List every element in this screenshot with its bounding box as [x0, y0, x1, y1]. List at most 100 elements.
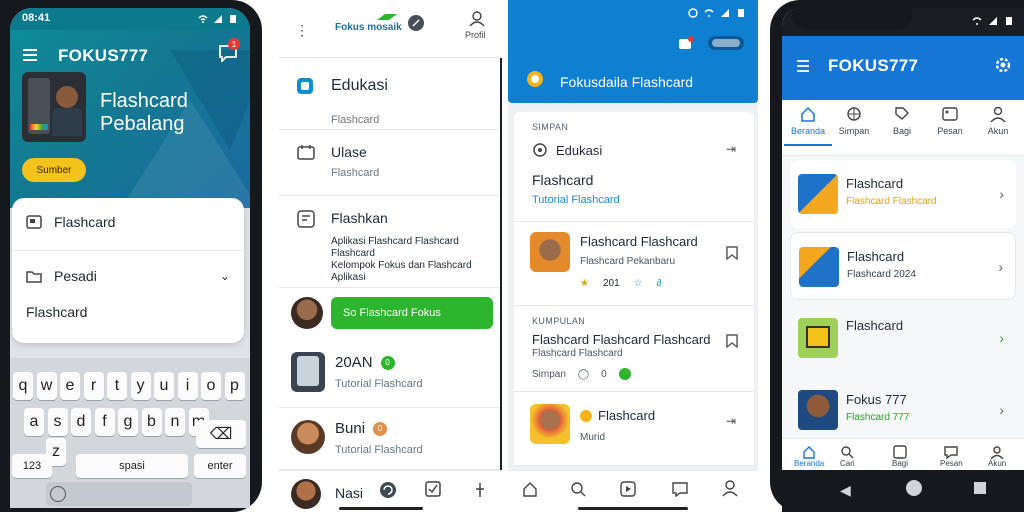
bnav-pesan[interactable]: Pesan	[940, 445, 963, 468]
chevron-down-icon[interactable]: ⌄	[220, 269, 230, 283]
share-icon[interactable]	[678, 36, 694, 50]
section-edukasi[interactable]: Edukasi Flashcard	[279, 60, 501, 130]
toggle[interactable]	[708, 36, 744, 50]
list-item[interactable]: KUMPULAN Flashcard Flashcard Flashcard F…	[514, 306, 754, 392]
key-b[interactable]: b	[141, 408, 162, 436]
key-n[interactable]: n	[165, 408, 185, 436]
edukasi-card[interactable]: SIMPAN Edukasi ⇥ Flashcard Tutorial Flas…	[514, 112, 754, 222]
pin-icon[interactable]	[475, 483, 485, 497]
list-item[interactable]: Flashcard Murid ⇥	[514, 392, 754, 466]
status-icons	[972, 16, 1014, 26]
bnav-akun[interactable]: Akun	[988, 445, 1006, 468]
numbers-key[interactable]: 123	[12, 454, 52, 478]
tab-bagi[interactable]: Bagi	[878, 106, 926, 136]
phone-2: ⋮ Fokus mosaik Profil Edukasi Flashcard …	[279, 0, 502, 512]
emoji-icon[interactable]	[50, 486, 66, 502]
list-item[interactable]: Flashcard ›	[790, 304, 1016, 372]
link-icon[interactable]: ∂	[657, 278, 662, 289]
edit-icon[interactable]	[407, 14, 425, 32]
avatar[interactable]	[291, 479, 321, 509]
key-q[interactable]: q	[13, 372, 33, 400]
account-icon[interactable]	[722, 479, 738, 497]
message-icon[interactable]	[672, 481, 688, 497]
list-item[interactable]: Fokus 777 Flashcard 777 ›	[790, 376, 1016, 444]
item-title: 20AN	[335, 354, 373, 371]
home-button-icon[interactable]	[906, 480, 922, 496]
key-w[interactable]: w	[36, 372, 57, 400]
recents-icon[interactable]	[974, 482, 986, 494]
key-u[interactable]: u	[154, 372, 174, 400]
space-key[interactable]: spasi	[76, 454, 188, 478]
checkbox-icon[interactable]	[425, 481, 441, 497]
section-title: Flashkan	[331, 210, 388, 226]
home-icon	[801, 106, 815, 122]
bookmark-icon[interactable]	[726, 246, 738, 260]
key-g[interactable]: g	[118, 408, 138, 436]
item-subtitle: Flashcard Flashcard	[846, 196, 937, 207]
tab-label: Simpan	[838, 126, 870, 136]
phone-1: 08:41 FOKUS777 1 Flashcard Pebalang Sumb…	[0, 0, 262, 512]
menu-card: Flashcard Pesadi ⌄ Flashcard	[12, 198, 244, 343]
more-vertical-icon[interactable]: ⋮	[295, 22, 309, 39]
search-icon[interactable]	[570, 481, 586, 497]
key-o[interactable]: o	[201, 372, 221, 400]
star-outline-icon[interactable]: ☆	[634, 278, 643, 289]
hamburger-menu-icon[interactable]	[796, 60, 810, 72]
item-title: Flashcard Flashcard Flashcard	[532, 332, 711, 347]
list-item[interactable]: 20AN 0 Tutorial Flashcard	[279, 340, 501, 408]
menu-item-flashcard-2[interactable]: Flashcard	[26, 304, 87, 320]
wifi-icon	[704, 9, 714, 17]
chevron-right-icon[interactable]: ›	[999, 402, 1004, 418]
hamburger-menu-icon[interactable]	[22, 48, 38, 62]
sumber-button[interactable]: Sumber	[22, 158, 86, 182]
bnav-beranda[interactable]: Beranda	[794, 445, 824, 468]
key-p[interactable]: p	[224, 372, 245, 400]
battery-icon	[1006, 17, 1012, 25]
play-icon[interactable]	[620, 481, 636, 497]
refresh-icon[interactable]	[379, 481, 397, 499]
key-y[interactable]: y	[130, 372, 151, 400]
layers-icon	[297, 145, 315, 160]
key-f[interactable]: f	[94, 408, 115, 436]
home-icon[interactable]	[522, 481, 538, 497]
key-d[interactable]: d	[71, 408, 91, 436]
section-flashkan[interactable]: Flashkan Aplikasi Flashcard Flashcard Fl…	[279, 196, 501, 288]
chevron-right-icon[interactable]: ›	[999, 330, 1004, 346]
status-icons	[688, 8, 746, 18]
chevron-right-icon[interactable]: ›	[998, 259, 1003, 275]
bnav-bagi[interactable]: Bagi	[892, 445, 908, 468]
backspace-key[interactable]: ⌫	[196, 420, 246, 448]
key-e[interactable]: e	[60, 372, 80, 400]
comment-icon[interactable]: ◯	[578, 369, 589, 380]
tab-pesan[interactable]: Pesan	[926, 106, 974, 136]
list-item[interactable]: Flashcard Flashcard Flashcard Pekanbaru …	[514, 222, 754, 306]
key-s[interactable]: s	[47, 408, 68, 436]
key-i[interactable]: i	[177, 372, 198, 400]
tutorial-link[interactable]: Tutorial Flashcard	[532, 194, 620, 206]
list-item[interactable]: Buni 0 Tutorial Flashcard	[279, 408, 501, 470]
chevron-right-icon[interactable]: ›	[999, 186, 1004, 202]
collapse-icon[interactable]: ⇥	[726, 414, 736, 428]
list-item[interactable]: Flashcard Flashcard Flashcard ›	[790, 160, 1016, 228]
tab-simpan[interactable]: Simpan	[830, 106, 878, 136]
tab-beranda[interactable]: Beranda	[784, 106, 832, 146]
bnav-cari[interactable]: Cari	[840, 445, 855, 468]
key-a[interactable]: a	[24, 408, 44, 436]
menu-item-flashcard[interactable]: Flashcard	[26, 214, 115, 230]
tab-akun[interactable]: Akun	[974, 106, 1022, 136]
key-t[interactable]: t	[107, 372, 127, 400]
message-icon	[944, 446, 959, 459]
enter-key[interactable]: enter	[194, 454, 246, 478]
list-item[interactable]: Flashcard Flashcard 2024 ›	[790, 232, 1016, 300]
key-r[interactable]: r	[83, 372, 104, 400]
bookmark-icon[interactable]	[726, 334, 738, 348]
signal-icon	[721, 9, 729, 17]
profile-icon[interactable]	[469, 10, 485, 26]
menu-item-pesadi[interactable]: Pesadi ⌄	[26, 268, 230, 284]
back-icon[interactable]: ◀	[840, 482, 851, 499]
gear-icon[interactable]	[994, 56, 1012, 74]
collapse-icon[interactable]: ⇥	[726, 142, 736, 156]
section-ulase[interactable]: Ulase Flashcard	[279, 130, 501, 196]
fokus-button[interactable]: So Flashcard Fokus	[331, 297, 493, 329]
avatar[interactable]	[291, 297, 323, 329]
